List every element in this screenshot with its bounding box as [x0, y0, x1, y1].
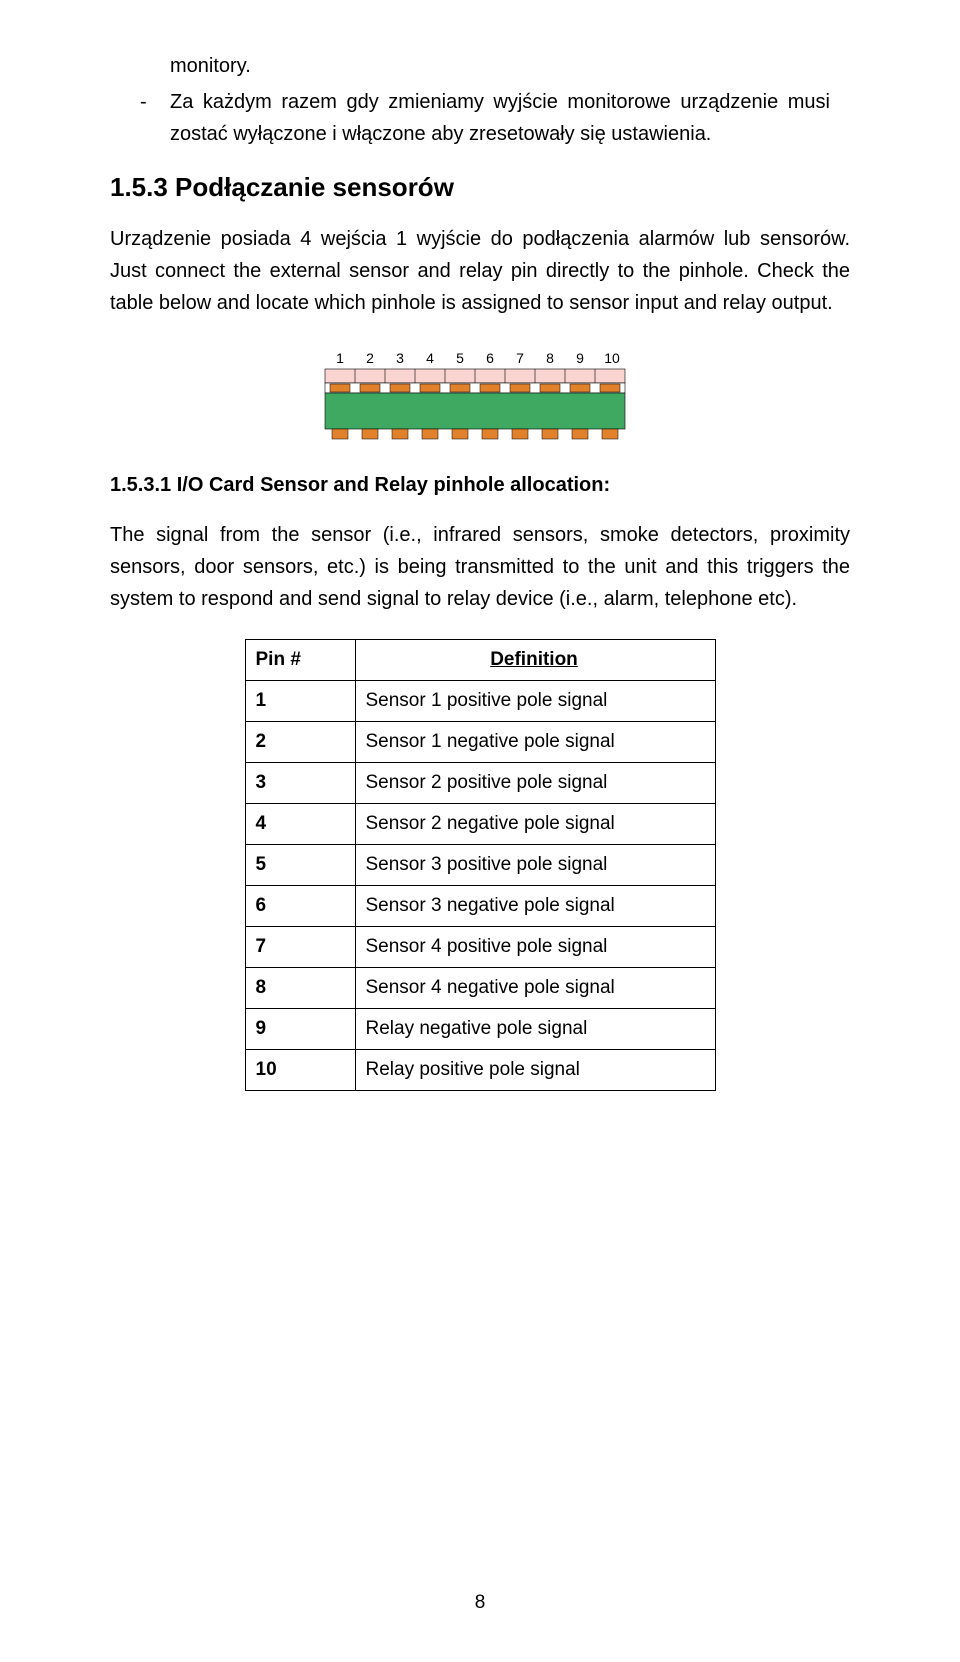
- heading-1-5-3-1: 1.5.3.1 I/O Card Sensor and Relay pinhol…: [110, 474, 850, 497]
- pin-label-6: 6: [486, 350, 494, 366]
- pin-label-10: 10: [604, 350, 620, 366]
- dash-item: - Za każdym razem gdy zmieniamy wyjście …: [140, 86, 830, 150]
- def-cell: Relay negative pole signal: [355, 1009, 715, 1050]
- pin-label-1: 1: [336, 350, 344, 366]
- dash-text: Za każdym razem gdy zmieniamy wyjście mo…: [170, 86, 830, 150]
- table-row: 5Sensor 3 positive pole signal: [245, 845, 715, 886]
- table-header-def: Definition: [355, 640, 715, 681]
- pin-label-5: 5: [456, 350, 464, 366]
- table-row: 10Relay positive pole signal: [245, 1050, 715, 1091]
- pin-cell: 3: [245, 763, 355, 804]
- pin-label-9: 9: [576, 350, 584, 366]
- pin-cell: 4: [245, 804, 355, 845]
- def-cell: Sensor 4 positive pole signal: [355, 927, 715, 968]
- pin-cell: 6: [245, 886, 355, 927]
- paragraph: The signal from the sensor (i.e., infrar…: [110, 519, 850, 615]
- def-cell: Sensor 1 negative pole signal: [355, 722, 715, 763]
- pin-cell: 7: [245, 927, 355, 968]
- pin-definition-table: Pin # Definition 1Sensor 1 positive pole…: [245, 639, 716, 1091]
- table-row: 8Sensor 4 negative pole signal: [245, 968, 715, 1009]
- table-row: 9Relay negative pole signal: [245, 1009, 715, 1050]
- paragraph: Urządzenie posiada 4 wejścia 1 wyjście d…: [110, 223, 850, 319]
- def-cell: Sensor 2 positive pole signal: [355, 763, 715, 804]
- table-row: 6Sensor 3 negative pole signal: [245, 886, 715, 927]
- def-cell: Sensor 2 negative pole signal: [355, 804, 715, 845]
- table-row: 7Sensor 4 positive pole signal: [245, 927, 715, 968]
- table-row: 4Sensor 2 negative pole signal: [245, 804, 715, 845]
- pin-cell: 10: [245, 1050, 355, 1091]
- pin-label-3: 3: [396, 350, 404, 366]
- dash-marker: -: [140, 86, 170, 150]
- table-row: 2Sensor 1 negative pole signal: [245, 722, 715, 763]
- terminal-block-svg: 1 2 3 4 5 6 7 8 9 10: [320, 349, 640, 444]
- page-number: 8: [0, 1592, 960, 1614]
- table-header-pin: Pin #: [245, 640, 355, 681]
- bullet-item: monitory.: [170, 50, 830, 82]
- pin-label-4: 4: [426, 350, 434, 366]
- table-header-row: Pin # Definition: [245, 640, 715, 681]
- def-cell: Relay positive pole signal: [355, 1050, 715, 1091]
- connector-diagram: 1 2 3 4 5 6 7 8 9 10: [110, 349, 850, 444]
- pin-cell: 8: [245, 968, 355, 1009]
- pin-label-2: 2: [366, 350, 374, 366]
- def-cell: Sensor 1 positive pole signal: [355, 681, 715, 722]
- def-cell: Sensor 4 negative pole signal: [355, 968, 715, 1009]
- pin-cell: 2: [245, 722, 355, 763]
- def-cell: Sensor 3 negative pole signal: [355, 886, 715, 927]
- heading-1-5-3: 1.5.3 Podłączanie sensorów: [110, 172, 850, 203]
- table-row: 1Sensor 1 positive pole signal: [245, 681, 715, 722]
- pin-cell: 1: [245, 681, 355, 722]
- pin-cell: 9: [245, 1009, 355, 1050]
- pin-label-8: 8: [546, 350, 554, 366]
- pin-cell: 5: [245, 845, 355, 886]
- def-cell: Sensor 3 positive pole signal: [355, 845, 715, 886]
- pin-label-7: 7: [516, 350, 524, 366]
- table-row: 3Sensor 2 positive pole signal: [245, 763, 715, 804]
